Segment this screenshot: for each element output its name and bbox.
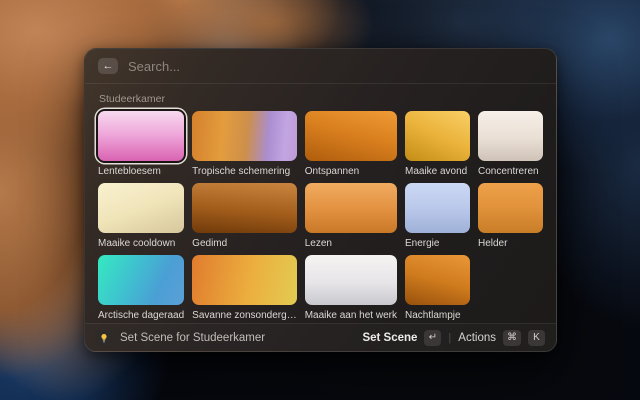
scene-card-6[interactable]: Gedimd: [192, 183, 297, 250]
scene-thumbnail[interactable]: [192, 183, 297, 233]
scene-card-9[interactable]: Helder: [478, 183, 543, 250]
command-key-badge[interactable]: ⌘: [503, 330, 521, 346]
scene-card-3[interactable]: Maaike avond: [405, 111, 470, 178]
scene-card-11[interactable]: Savanne zonsonderg…: [192, 255, 297, 322]
search-input[interactable]: [128, 59, 543, 74]
scene-thumbnail[interactable]: [478, 111, 543, 161]
actions-button[interactable]: Actions: [458, 332, 496, 344]
section-title: Studeerkamer: [99, 93, 543, 105]
scene-thumbnail[interactable]: [98, 183, 184, 233]
scene-thumbnail[interactable]: [478, 183, 543, 233]
scene-label: Helder: [478, 238, 543, 250]
scene-thumbnail[interactable]: [192, 255, 297, 305]
scene-label: Maaike cooldown: [98, 238, 184, 250]
footer-separator: |: [448, 332, 451, 344]
scene-label: Energie: [405, 238, 470, 250]
scene-thumbnail[interactable]: [405, 183, 470, 233]
scene-thumbnail[interactable]: [305, 255, 397, 305]
return-key-badge[interactable]: ↵: [424, 330, 441, 346]
scene-label: Maaike avond: [405, 166, 470, 178]
scene-label: Tropische schemering: [192, 166, 297, 178]
arrow-left-icon: ←: [103, 59, 114, 74]
scene-card-12[interactable]: Maaike aan het werk: [305, 255, 397, 322]
scene-thumbnail[interactable]: [98, 111, 184, 161]
scene-card-2[interactable]: Ontspannen: [305, 111, 397, 178]
scene-label: Savanne zonsonderg…: [192, 310, 297, 322]
scene-label: Gedimd: [192, 238, 297, 250]
scene-thumbnail[interactable]: [305, 183, 397, 233]
footer-actions: Set Scene ↵ | Actions ⌘ K: [362, 330, 545, 346]
scene-card-1[interactable]: Tropische schemering: [192, 111, 297, 178]
k-key-badge[interactable]: K: [528, 330, 545, 346]
back-button[interactable]: ←: [98, 58, 118, 74]
scene-card-4[interactable]: Concentreren: [478, 111, 543, 178]
scene-label: Concentreren: [478, 166, 543, 178]
action-bar: Set Scene for Studeerkamer Set Scene ↵ |…: [85, 323, 556, 351]
light-bulb-icon: [96, 330, 112, 346]
scene-label: Ontspannen: [305, 166, 397, 178]
search-bar: ←: [85, 49, 556, 84]
scene-card-7[interactable]: Lezen: [305, 183, 397, 250]
scene-thumbnail[interactable]: [305, 111, 397, 161]
scene-thumbnail[interactable]: [405, 255, 470, 305]
scene-label: Nachtlampje: [405, 310, 470, 322]
scene-thumbnail[interactable]: [98, 255, 184, 305]
scene-label: Lentebloesem: [98, 166, 184, 178]
set-scene-button[interactable]: Set Scene: [362, 332, 417, 344]
scene-card-0[interactable]: Lentebloesem: [98, 111, 184, 178]
scene-list: Studeerkamer Lentebloesem Tropische schem…: [85, 84, 556, 323]
scene-grid: Lentebloesem Tropische schemering Ontspann…: [98, 111, 543, 322]
scene-thumbnail[interactable]: [405, 111, 470, 161]
scene-card-10[interactable]: Arctische dageraad: [98, 255, 184, 322]
scene-label: Lezen: [305, 238, 397, 250]
scene-label: Maaike aan het werk: [305, 310, 397, 322]
scene-card-13[interactable]: Nachtlampje: [405, 255, 470, 322]
scene-thumbnail[interactable]: [192, 111, 297, 161]
launcher-window: ← Studeerkamer Lentebloesem Tropische sch…: [84, 48, 557, 352]
scene-card-5[interactable]: Maaike cooldown: [98, 183, 184, 250]
scene-label: Arctische dageraad: [98, 310, 184, 322]
scene-card-8[interactable]: Energie: [405, 183, 470, 250]
status-text: Set Scene for Studeerkamer: [120, 332, 354, 344]
